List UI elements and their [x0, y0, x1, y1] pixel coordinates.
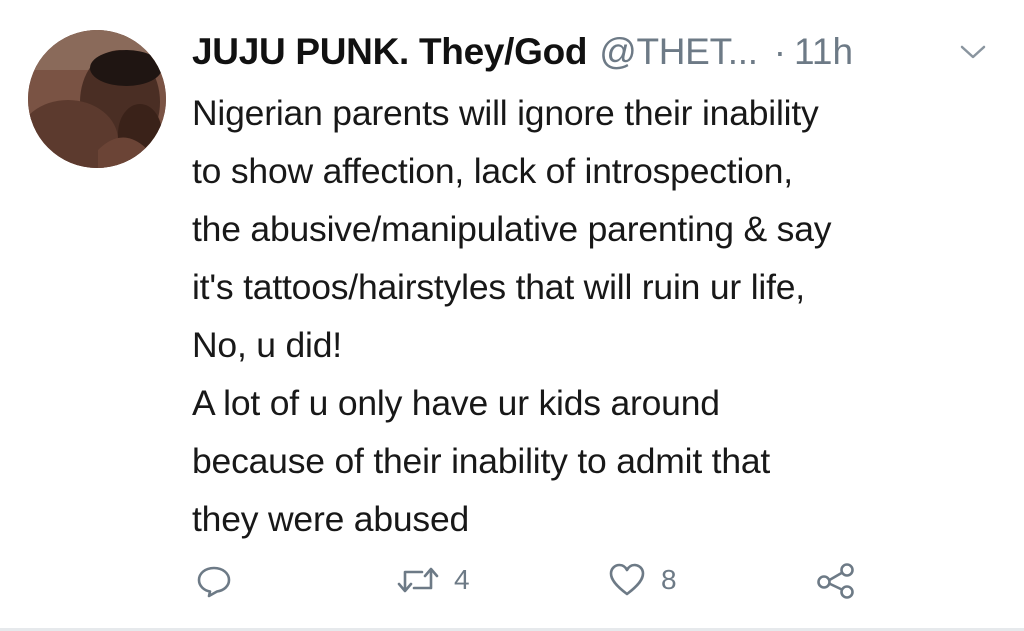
tweet-text-line: the abusive/manipulative parenting & say: [192, 209, 832, 249]
timestamp[interactable]: 11h: [794, 28, 853, 76]
tweet-text: Nigerian parents will ignore their inabi…: [192, 84, 1002, 548]
like-count: 8: [661, 564, 677, 595]
tweet-text-line: A lot of u only have ur kids around: [192, 383, 720, 423]
avatar[interactable]: [28, 30, 166, 168]
user-handle[interactable]: @THET...: [599, 28, 758, 76]
share-button[interactable]: [815, 555, 857, 605]
retweet-count: 4: [454, 564, 470, 595]
tweet-text-line: it's tattoos/hairstyles that will ruin u…: [192, 267, 805, 307]
share-icon: [815, 560, 857, 600]
tweet-text-line: Nigerian parents will ignore their inabi…: [192, 93, 819, 133]
tweet-text-line: No, u did!: [192, 325, 342, 365]
avatar-image: [28, 30, 166, 168]
tweet-text-line: to show affection, lack of introspection…: [192, 151, 793, 191]
tweet-text-line: they were abused: [192, 499, 470, 539]
retweet-icon: [396, 560, 440, 600]
like-button[interactable]: 8: [607, 555, 677, 605]
heart-icon: [607, 560, 647, 600]
reply-icon: [194, 560, 234, 600]
tweet-actions: 4 8: [0, 555, 1024, 605]
tweet-text-line: because of their inability to admit that: [192, 441, 771, 481]
tweet-header: JUJU PUNK. They/God @THET... · 11h: [192, 28, 853, 76]
reply-button[interactable]: [194, 555, 234, 605]
tweet[interactable]: JUJU PUNK. They/God @THET... · 11h Niger…: [0, 0, 1024, 631]
chevron-down-icon[interactable]: [958, 40, 988, 64]
retweet-button[interactable]: 4: [396, 555, 470, 605]
display-name[interactable]: JUJU PUNK. They/God: [192, 28, 588, 76]
separator-dot: ·: [773, 31, 787, 72]
